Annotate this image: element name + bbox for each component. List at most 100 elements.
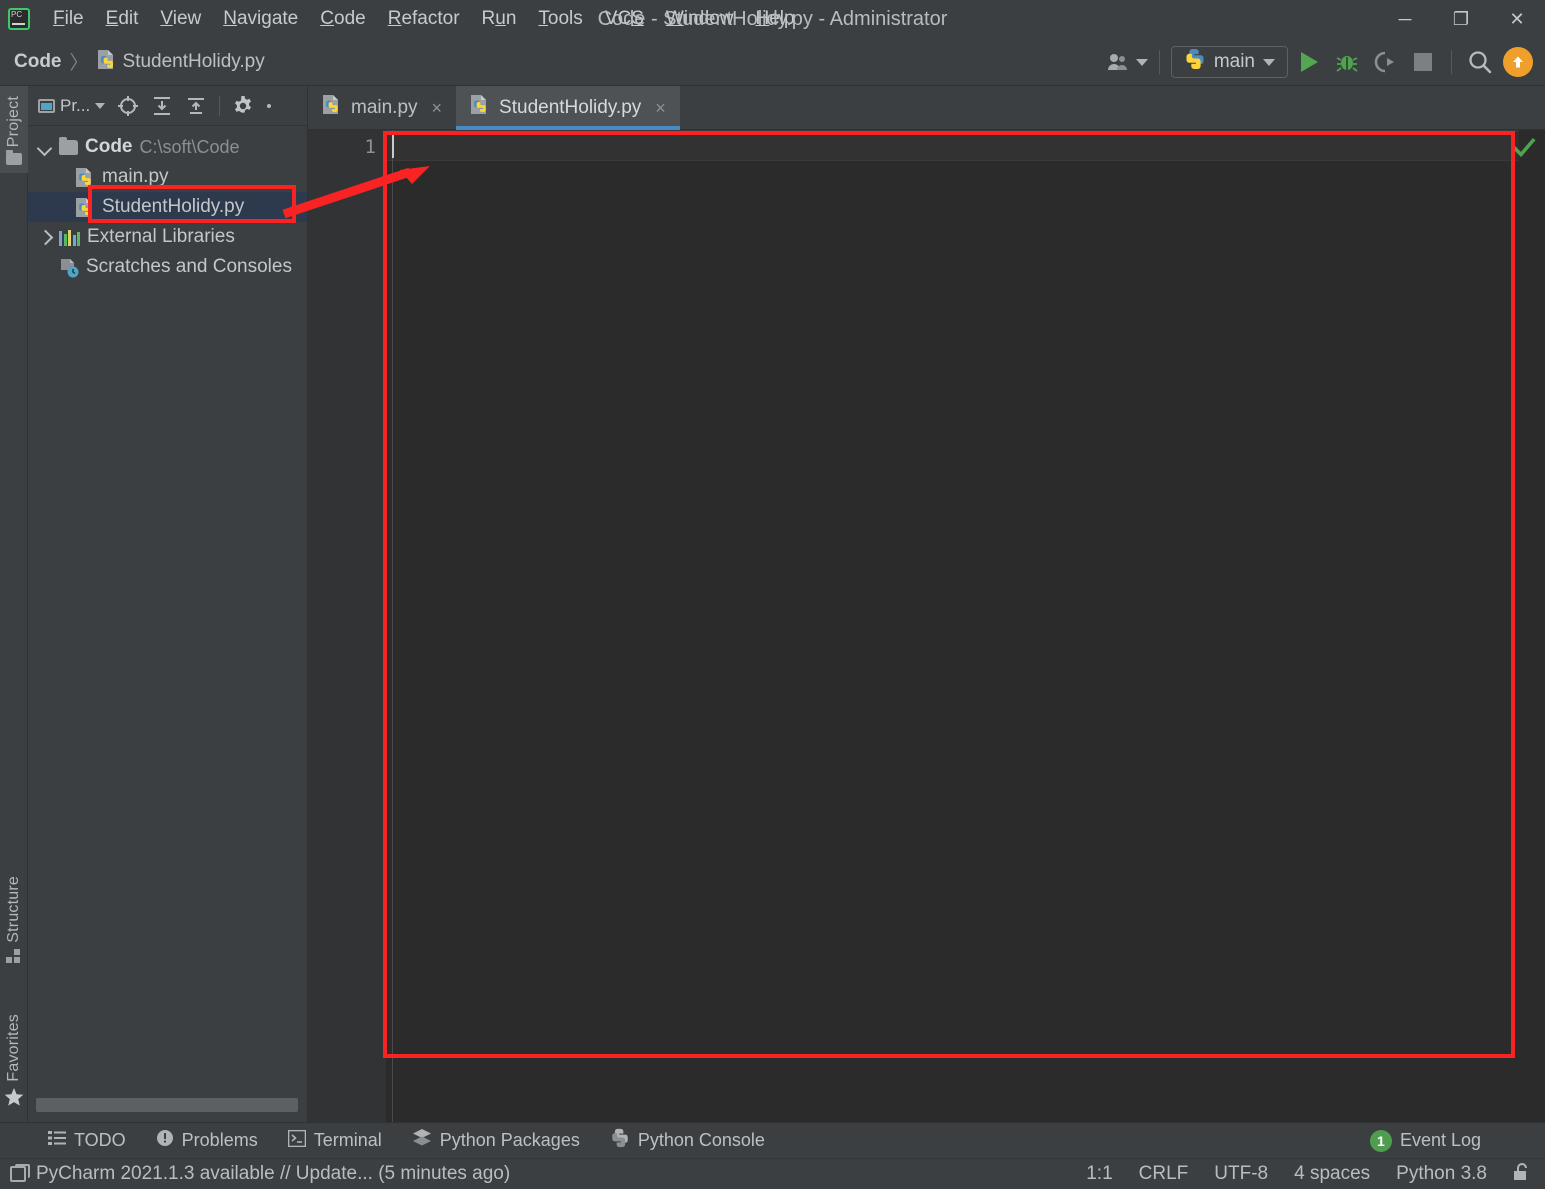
project-panel-title: Pr... xyxy=(60,95,91,115)
breadcrumb-file[interactable]: StudentHolidy.py xyxy=(123,51,265,73)
red-arrow-pointer xyxy=(282,166,430,219)
python-icon xyxy=(1184,48,1206,76)
menu-file[interactable]: File xyxy=(42,4,95,34)
stop-icon[interactable] xyxy=(1406,45,1440,79)
star-icon xyxy=(4,1087,24,1112)
event-log-label: Event Log xyxy=(1399,1130,1481,1150)
project-panel-hscrollbar[interactable] xyxy=(36,1098,306,1112)
user-accounts-icon[interactable] xyxy=(1107,45,1148,79)
event-log-badge: 1 xyxy=(1369,1129,1392,1152)
editor-body[interactable]: 1 xyxy=(308,130,1545,1122)
maximize-icon[interactable]: ❐ xyxy=(1433,0,1489,38)
chevron-down-icon xyxy=(95,102,106,109)
project-tree: Code C:\soft\Code main.py StudentHolidy.… xyxy=(28,126,307,282)
sidebar-tab-favorites-label: Favorites xyxy=(5,1014,22,1082)
text-caret xyxy=(392,133,394,158)
bottom-tab-python-packages[interactable]: Python Packages xyxy=(400,1127,592,1155)
caret-position[interactable]: 1:1 xyxy=(1086,1163,1112,1185)
status-indicators: 1:1 CRLF UTF-8 4 spaces Python 3.8 xyxy=(1086,1162,1531,1187)
pycharm-logo-icon xyxy=(8,8,30,30)
breadcrumb: Code 〉 StudentHolidy.py xyxy=(14,48,265,75)
bottom-tab-todo[interactable]: TODO xyxy=(36,1127,138,1155)
chevron-down-icon[interactable] xyxy=(38,140,52,154)
debug-bug-icon[interactable] xyxy=(1330,45,1364,79)
locate-file-icon[interactable] xyxy=(113,91,143,121)
line-separator[interactable]: CRLF xyxy=(1139,1163,1189,1185)
chevron-right-icon[interactable] xyxy=(38,230,52,244)
run-config-label: main xyxy=(1213,51,1255,72)
terminal-icon xyxy=(287,1129,307,1152)
breadcrumb-project[interactable]: Code xyxy=(14,51,62,73)
bottom-tab-problems-label: Problems xyxy=(181,1130,258,1150)
menu-help[interactable]: Help xyxy=(744,4,805,34)
project-view-selector[interactable]: Pr... xyxy=(34,93,109,119)
folder-icon xyxy=(59,136,78,155)
scrollbar-thumb[interactable] xyxy=(36,1098,298,1112)
tree-row-studentholidy[interactable]: StudentHolidy.py xyxy=(28,192,307,222)
bottom-tab-event-log[interactable]: 1 Event Log xyxy=(1358,1127,1493,1155)
chevron-down-icon xyxy=(1135,58,1148,66)
close-icon[interactable]: × xyxy=(655,99,666,117)
bottom-tab-todo-label: TODO xyxy=(74,1130,126,1150)
sidebar-tab-structure[interactable]: Structure xyxy=(0,866,28,976)
navigation-bar: Code 〉 StudentHolidy.py main xyxy=(0,38,1545,86)
minimize-icon[interactable]: ─ xyxy=(1377,0,1433,38)
bottom-tab-terminal[interactable]: Terminal xyxy=(276,1127,394,1155)
tree-row[interactable]: Scratches and Consoles xyxy=(28,252,307,282)
status-message-area[interactable]: PyCharm 2021.1.3 available // Update... … xyxy=(10,1163,510,1185)
menu-tools[interactable]: Tools xyxy=(527,4,593,34)
python-file-icon xyxy=(97,49,117,75)
left-tool-stripe: Project Structure Favorites xyxy=(0,86,28,1122)
tree-label-external-libraries: External Libraries xyxy=(87,226,235,247)
run-with-coverage-icon[interactable] xyxy=(1368,45,1402,79)
editor-gutter[interactable]: 1 xyxy=(308,130,386,1122)
project-tool-window: Pr... Code C:\soft\Code main.py StudentH… xyxy=(28,86,308,1122)
structure-icon xyxy=(6,948,22,968)
menu-view[interactable]: View xyxy=(149,4,212,34)
tree-row[interactable]: main.py xyxy=(28,162,307,192)
update-project-icon[interactable] xyxy=(1501,45,1535,79)
sidebar-tab-project[interactable]: Project xyxy=(0,86,28,174)
menu-run[interactable]: Run xyxy=(471,4,528,34)
close-icon[interactable]: ✕ xyxy=(1489,0,1545,38)
bottom-tab-python-console[interactable]: Python Console xyxy=(598,1127,777,1155)
bottom-tab-terminal-label: Terminal xyxy=(313,1130,382,1150)
menu-navigate[interactable]: Navigate xyxy=(212,4,309,34)
tab-studentholidy-py[interactable]: StudentHolidy.py × xyxy=(456,86,680,130)
more-options-icon[interactable] xyxy=(262,91,276,121)
unlocked-readonly-icon[interactable] xyxy=(1513,1162,1531,1187)
settings-gear-icon[interactable] xyxy=(228,91,258,121)
indent-guide xyxy=(392,130,393,1122)
file-encoding[interactable]: UTF-8 xyxy=(1214,1163,1268,1185)
project-window-icon xyxy=(38,98,55,113)
python-file-icon xyxy=(322,94,342,121)
menu-edit[interactable]: Edit xyxy=(95,4,150,34)
menu-window[interactable]: Window xyxy=(655,4,745,34)
tree-row[interactable]: Code C:\soft\Code xyxy=(28,132,307,162)
run-icon[interactable] xyxy=(1292,45,1326,79)
tree-row[interactable]: External Libraries xyxy=(28,222,307,252)
bottom-tab-problems[interactable]: Problems xyxy=(144,1127,270,1155)
bottom-tab-python-console-label: Python Console xyxy=(637,1130,765,1150)
inspections-ok-checkmark-icon[interactable] xyxy=(1511,136,1537,160)
search-everywhere-icon[interactable] xyxy=(1463,45,1497,79)
collapse-all-icon[interactable] xyxy=(181,91,211,121)
indent-setting[interactable]: 4 spaces xyxy=(1294,1163,1370,1185)
close-icon[interactable]: × xyxy=(432,99,443,117)
menu-vcs[interactable]: VCS xyxy=(594,4,655,34)
sidebar-tab-favorites[interactable]: Favorites xyxy=(0,1004,28,1120)
run-configuration-selector[interactable]: main xyxy=(1170,46,1288,78)
panel-divider xyxy=(219,95,221,116)
event-log-button[interactable]: 1 Event Log xyxy=(1358,1127,1493,1155)
code-text-area[interactable] xyxy=(386,130,1545,1122)
menu-code[interactable]: Code xyxy=(309,4,376,34)
bottom-tab-python-packages-label: Python Packages xyxy=(439,1130,580,1150)
menu-bar: File Edit View Navigate Code Refactor Ru… xyxy=(42,4,806,34)
toolbar-divider xyxy=(1451,50,1452,74)
expand-all-icon[interactable] xyxy=(147,91,177,121)
python-file-icon xyxy=(470,94,490,121)
tab-label-main-py: main.py xyxy=(351,96,418,118)
python-interpreter[interactable]: Python 3.8 xyxy=(1396,1163,1487,1185)
menu-refactor[interactable]: Refactor xyxy=(377,4,471,34)
tab-main-py[interactable]: main.py × xyxy=(308,86,456,129)
